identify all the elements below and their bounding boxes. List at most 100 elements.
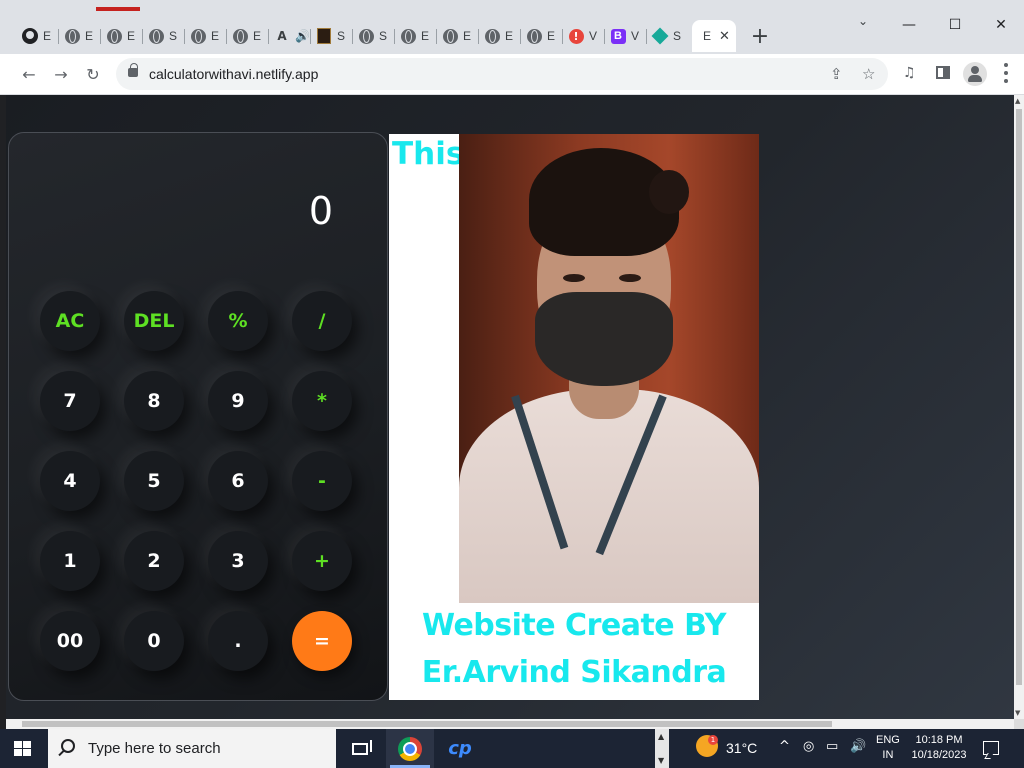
page-viewport: 0 AC DEL%/7 8 9 * 4 5 6-1 2 3 +00 0. = This Website … xyxy=(6,95,1014,719)
vertical-scroll-thumb[interactable] xyxy=(1016,109,1022,685)
globe-icon xyxy=(526,28,542,44)
calc-key-button[interactable]: + xyxy=(292,531,352,591)
clock-time: 10:18 PM xyxy=(915,734,963,746)
taskbar-scroller[interactable]: ▲ ▼ xyxy=(655,729,669,768)
language-indicator[interactable]: ENG IN xyxy=(876,733,900,763)
browser-tab[interactable]: E xyxy=(520,20,562,52)
task-view-icon xyxy=(352,739,372,755)
close-tab-icon[interactable]: ✕ xyxy=(719,29,730,44)
browser-tab[interactable]: E xyxy=(16,20,58,52)
letter-a-icon: A xyxy=(277,29,287,43)
task-view-button[interactable] xyxy=(336,729,384,768)
browser-tab[interactable]: E xyxy=(100,20,142,52)
calc-key-button[interactable]: AC xyxy=(40,291,100,351)
calc-key-button[interactable]: 3 xyxy=(208,531,268,591)
browser-tab[interactable]: S xyxy=(142,20,184,52)
tab-title: E xyxy=(85,29,94,43)
calc-key-button[interactable]: / xyxy=(292,291,352,351)
calc-key-button[interactable]: 4 xyxy=(40,451,100,511)
taskbar-app-button[interactable]: cp xyxy=(436,729,484,768)
active-browser-tab[interactable]: E ✕ xyxy=(692,20,736,52)
security-icon[interactable]: ◎ xyxy=(803,739,814,754)
tab-title: V xyxy=(631,29,640,43)
calculator: 0 AC DEL%/7 8 9 * 4 5 6-1 2 3 +00 0. = xyxy=(8,132,388,701)
windows-taskbar: Type here to search cp ▲ ▼ 1 31°C ^ ◎ ▭ 🔊… xyxy=(0,729,1024,768)
tray-chevron-icon[interactable]: ^ xyxy=(779,739,790,754)
back-button[interactable]: ← xyxy=(17,62,41,86)
tab-title: E xyxy=(463,29,472,43)
browser-tab[interactable]: S xyxy=(646,20,688,52)
maximize-button[interactable]: ☐ xyxy=(932,0,978,50)
calc-key-button[interactable]: DEL xyxy=(124,291,184,351)
share-icon[interactable]: ⇪ xyxy=(830,65,843,83)
scroll-down-arrow-icon[interactable]: ▼ xyxy=(1015,709,1020,717)
browser-tab[interactable]: E xyxy=(58,20,100,52)
language-text: ENG xyxy=(876,734,900,746)
globe-icon xyxy=(64,28,80,44)
calc-key-button[interactable]: * xyxy=(292,371,352,431)
calc-key-button[interactable]: - xyxy=(292,451,352,511)
calc-key-button[interactable]: 00 xyxy=(40,611,100,671)
window-controls: — ☐ ✕ xyxy=(886,0,1024,50)
taskbar-clock[interactable]: 10:18 PM 10/18/2023 xyxy=(908,733,970,763)
calc-key-button[interactable]: = xyxy=(292,611,352,671)
video-thumb-icon xyxy=(316,28,332,44)
browser-tab[interactable]: E xyxy=(394,20,436,52)
forward-button[interactable]: → xyxy=(49,62,73,86)
vertical-scrollbar[interactable]: ▲ ▼ xyxy=(1014,95,1024,719)
diamond-icon xyxy=(651,27,669,45)
windows-start-icon[interactable] xyxy=(14,741,31,757)
side-panel-icon[interactable] xyxy=(936,66,950,79)
tab-title: E xyxy=(421,29,430,43)
browser-tab[interactable]: E xyxy=(436,20,478,52)
calc-key-button[interactable]: 8 xyxy=(124,371,184,431)
profile-avatar-icon[interactable] xyxy=(963,62,987,86)
reload-button[interactable]: ↻ xyxy=(81,62,105,86)
github-icon xyxy=(22,28,38,44)
calc-key-button[interactable]: 9 xyxy=(208,371,268,431)
menu-kebab-icon[interactable] xyxy=(1004,63,1008,83)
address-bar[interactable]: calculatorwithavi.netlify.app ⇪ ☆ xyxy=(116,58,888,90)
new-tab-button[interactable]: + xyxy=(744,20,776,52)
tab-search-icon[interactable]: ⌄ xyxy=(858,14,868,28)
url-text[interactable]: calculatorwithavi.netlify.app xyxy=(149,66,318,82)
credit-line-2: Er.Arvind Sikandra xyxy=(421,655,727,690)
credit-this-text: This xyxy=(392,136,465,172)
browser-tab[interactable]: BV xyxy=(604,20,646,52)
browser-tab[interactable]: E xyxy=(184,20,226,52)
minimize-button[interactable]: — xyxy=(886,0,932,50)
calc-key-button[interactable]: % xyxy=(208,291,268,351)
taskbar-chrome-button[interactable] xyxy=(386,729,434,768)
calc-key-button[interactable]: 1 xyxy=(40,531,100,591)
globe-icon xyxy=(232,28,248,44)
browser-tab[interactable]: S xyxy=(310,20,352,52)
network-icon[interactable]: ▭ xyxy=(826,739,838,754)
scroll-up-arrow-icon[interactable]: ▲ xyxy=(1015,97,1020,105)
browser-tab[interactable]: E xyxy=(478,20,520,52)
media-control-icon[interactable]: ♫ xyxy=(903,65,916,81)
region-text: IN xyxy=(882,749,894,761)
browser-tab[interactable]: A 🔊 xyxy=(268,20,310,52)
lock-icon[interactable] xyxy=(128,63,138,77)
calc-key-button[interactable]: . xyxy=(208,611,268,671)
bookmark-star-icon[interactable]: ☆ xyxy=(862,65,875,83)
horizontal-scroll-thumb[interactable] xyxy=(22,721,832,727)
temperature-text[interactable]: 31°C xyxy=(726,740,757,756)
globe-icon xyxy=(190,28,206,44)
tab-list: E E E S E E A 🔊 S S E E E E! V B V S E ✕ + xyxy=(16,20,776,52)
author-photo xyxy=(459,134,759,603)
taskbar-search-box[interactable]: Type here to search xyxy=(48,729,336,768)
notification-icon[interactable] xyxy=(983,741,999,755)
volume-icon[interactable]: 🔊 xyxy=(850,739,866,754)
calc-key-button[interactable]: 0 xyxy=(124,611,184,671)
horizontal-scrollbar[interactable] xyxy=(6,719,1024,729)
close-window-button[interactable]: ✕ xyxy=(978,0,1024,50)
calc-key-button[interactable]: 2 xyxy=(124,531,184,591)
browser-tab[interactable]: S xyxy=(352,20,394,52)
calc-key-button[interactable]: 5 xyxy=(124,451,184,511)
author-panel: This Website Create BY Er.Arvind Sikandr… xyxy=(389,134,759,700)
calc-key-button[interactable]: 7 xyxy=(40,371,100,431)
browser-tab[interactable]: ! V xyxy=(562,20,604,52)
calc-key-button[interactable]: 6 xyxy=(208,451,268,511)
browser-tab[interactable]: E xyxy=(226,20,268,52)
